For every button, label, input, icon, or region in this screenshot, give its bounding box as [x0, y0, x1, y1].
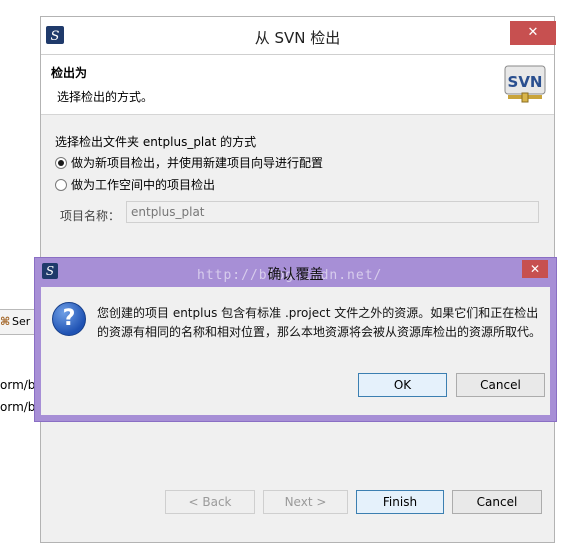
radio-label: 做为新项目检出，并使用新建项目向导进行配置: [71, 156, 324, 170]
dialog-message: 您创建的项目 entplus 包含有标准 .project 文件之外的资源。如果…: [97, 306, 542, 339]
window-titlebar[interactable]: S 从 SVN 检出: [41, 17, 554, 55]
svn-logo-icon: SVN: [504, 65, 546, 103]
ok-button[interactable]: OK: [358, 373, 447, 397]
project-name-label: 项目名称：: [60, 209, 121, 223]
next-button[interactable]: Next >: [263, 490, 348, 514]
finish-button[interactable]: Finish: [356, 490, 444, 514]
dialog-close-button[interactable]: ✕: [522, 260, 548, 278]
wizard-header: 检出为 选择检出的方式。 SVN: [41, 55, 554, 115]
folder-method-label: 选择检出文件夹 entplus_plat 的方式: [55, 135, 257, 149]
confirm-overwrite-dialog: S http://blog.csdn.net/ 确认覆盖 ✕ ? 您创建的项目 …: [34, 257, 557, 422]
radio-label: 做为工作空间中的项目检出: [71, 178, 216, 192]
wizard-header-title: 检出为: [51, 66, 88, 80]
dialog-cancel-button[interactable]: Cancel: [456, 373, 545, 397]
svn-logo-text: SVN: [508, 73, 543, 91]
back-button[interactable]: < Back: [165, 490, 255, 514]
dialog-body: ? 您创建的项目 entplus 包含有标准 .project 文件之外的资源。…: [41, 287, 550, 415]
cancel-button[interactable]: Cancel: [452, 490, 542, 514]
window-close-button[interactable]: ✕: [510, 21, 556, 45]
dialog-title: 确认覆盖: [267, 267, 324, 283]
project-name-input[interactable]: entplus_plat: [126, 201, 539, 223]
question-icon: ?: [52, 302, 86, 336]
radio-indicator-checked[interactable]: [55, 156, 67, 169]
servers-icon: ⌘: [0, 315, 11, 328]
window-title: 从 SVN 检出: [254, 29, 341, 47]
wizard-header-subtitle: 选择检出的方式。: [57, 90, 154, 104]
dialog-titlebar[interactable]: S http://blog.csdn.net/ 确认覆盖 ✕: [35, 258, 556, 286]
radio-workspace-project[interactable]: 做为工作空间中的项目检出: [55, 176, 215, 193]
radio-new-project[interactable]: 做为新项目检出，并使用新建项目向导进行配置: [55, 154, 323, 171]
radio-indicator[interactable]: [55, 178, 67, 191]
